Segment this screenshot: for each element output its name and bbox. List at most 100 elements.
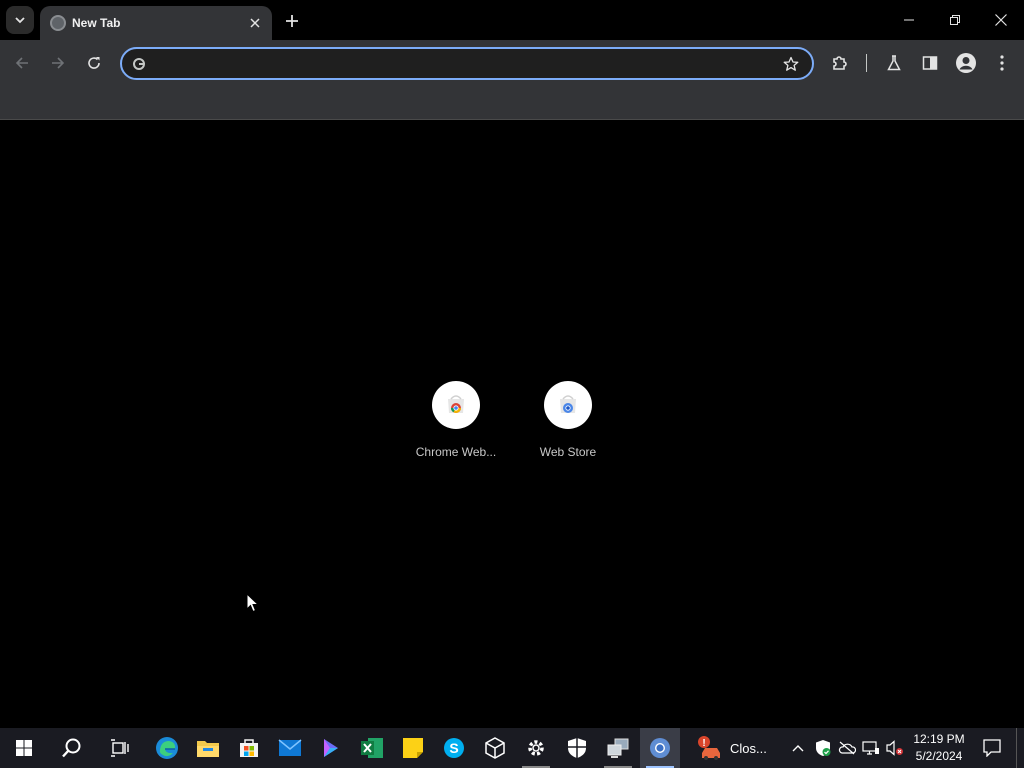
screen: New Tab Chrome Web... Web Store S ! Clos… [0, 0, 1024, 768]
sticky-note-icon [403, 738, 423, 758]
toolbar-divider [866, 54, 867, 72]
speaker-muted-icon [886, 740, 903, 756]
taskbar-file-explorer[interactable] [188, 728, 228, 768]
clock-date: 5/2/2024 [915, 749, 963, 763]
chevron-down-icon [15, 17, 25, 24]
close-icon [995, 14, 1007, 26]
side-panel-icon [922, 56, 938, 70]
task-view-icon [111, 739, 129, 757]
chrome-icon [650, 738, 670, 758]
shield-icon [568, 738, 586, 758]
taskbar-sticky-notes[interactable] [393, 728, 433, 768]
network-icon [862, 741, 879, 755]
folder-icon [197, 741, 219, 757]
action-center-button[interactable] [978, 728, 1006, 768]
omnibox[interactable] [120, 47, 814, 80]
taskbar-chrome[interactable] [640, 728, 680, 768]
side-panel-button[interactable] [915, 48, 945, 78]
notification-icon [983, 739, 1001, 757]
puzzle-icon [833, 56, 847, 70]
gear-icon [528, 740, 544, 756]
taskbar-windows-security[interactable] [557, 728, 597, 768]
bookmarks-bar [0, 86, 1024, 120]
shield-check-icon [816, 740, 831, 756]
windows-logo-icon [16, 740, 32, 756]
svg-text:!: ! [702, 738, 705, 749]
tab-favicon-icon [50, 15, 66, 31]
computer-network-icon [607, 738, 629, 758]
search-button[interactable] [52, 728, 92, 768]
chrome-menu-button[interactable] [987, 48, 1017, 78]
web-store-icon [560, 395, 576, 413]
title-bar: New Tab [0, 0, 1024, 40]
back-button[interactable] [7, 48, 37, 78]
skype-icon: S [444, 738, 464, 758]
flask-icon [887, 55, 901, 71]
taskbar-excel[interactable] [352, 728, 392, 768]
restore-button[interactable] [932, 0, 978, 40]
svg-text:S: S [449, 740, 458, 756]
mouse-cursor-icon [246, 593, 260, 613]
excel-icon [361, 738, 383, 758]
shortcut-chrome-web-store[interactable]: Chrome Web... [400, 381, 512, 481]
taskbar-closing-app[interactable]: ! Clos... [696, 728, 780, 768]
star-icon [783, 56, 799, 71]
profile-button[interactable] [951, 48, 981, 78]
shortcut-icon-circle [544, 381, 592, 429]
bookmark-star-button[interactable] [782, 55, 800, 73]
taskbar-edge[interactable] [147, 728, 187, 768]
store-icon [240, 739, 258, 757]
tray-security[interactable] [812, 728, 834, 768]
tab-new-tab[interactable]: New Tab [40, 6, 272, 40]
shortcut-web-store[interactable]: Web Store [512, 381, 624, 481]
cloud-offline-icon [838, 741, 856, 755]
reload-button[interactable] [79, 48, 109, 78]
google-g-icon [131, 56, 147, 72]
taskbar-network-app[interactable] [598, 728, 638, 768]
chrome-labs-button[interactable] [879, 48, 909, 78]
closing-app-label: Clos... [730, 740, 767, 756]
kebab-menu-icon [1000, 55, 1004, 71]
arrow-left-icon [15, 57, 28, 69]
taskbar-skype[interactable]: S [434, 728, 474, 768]
taskbar-clock[interactable]: 12:19 PM 5/2/2024 [904, 731, 974, 765]
show-desktop-button[interactable] [1016, 728, 1024, 768]
avatar-icon [956, 53, 976, 73]
warning-car-icon: ! [698, 736, 720, 760]
minimize-button[interactable] [886, 0, 932, 40]
omnibox-input[interactable] [154, 52, 774, 75]
taskbar-copilot[interactable] [311, 728, 351, 768]
chevron-up-icon [792, 745, 804, 752]
new-tab-button[interactable] [280, 9, 304, 33]
search-icon [62, 738, 81, 758]
taskbar-microsoft-store[interactable] [229, 728, 269, 768]
taskbar-settings[interactable] [516, 728, 556, 768]
mail-icon [278, 739, 302, 756]
show-hidden-icons-button[interactable] [788, 728, 808, 768]
start-button[interactable] [4, 728, 44, 768]
chrome-web-store-icon [448, 395, 464, 413]
clock-time: 12:19 PM [913, 732, 965, 746]
tab-close-button[interactable] [246, 14, 264, 32]
plus-icon [286, 15, 298, 27]
tray-network[interactable] [860, 728, 882, 768]
taskbar-mail[interactable] [270, 728, 310, 768]
browser-toolbar [0, 40, 1024, 86]
tray-onedrive[interactable] [836, 728, 858, 768]
taskbar-3d-viewer[interactable] [475, 728, 515, 768]
taskbar: S ! Clos... 12:19 PM 5/2/2024 [0, 728, 1024, 768]
close-icon [250, 18, 260, 28]
arrow-right-icon [52, 57, 65, 69]
edge-icon [156, 737, 178, 759]
window-close-button[interactable] [978, 0, 1024, 40]
tray-volume[interactable] [884, 728, 906, 768]
tab-title: New Tab [72, 16, 121, 30]
new-tab-page: Chrome Web... Web Store [0, 121, 1024, 728]
restore-icon [950, 15, 960, 25]
shortcut-label: Chrome Web... [415, 445, 497, 459]
extensions-button[interactable] [825, 48, 855, 78]
task-view-button[interactable] [100, 728, 140, 768]
shortcut-label: Web Store [539, 445, 597, 459]
forward-button[interactable] [43, 48, 73, 78]
tab-search-button[interactable] [6, 6, 34, 34]
